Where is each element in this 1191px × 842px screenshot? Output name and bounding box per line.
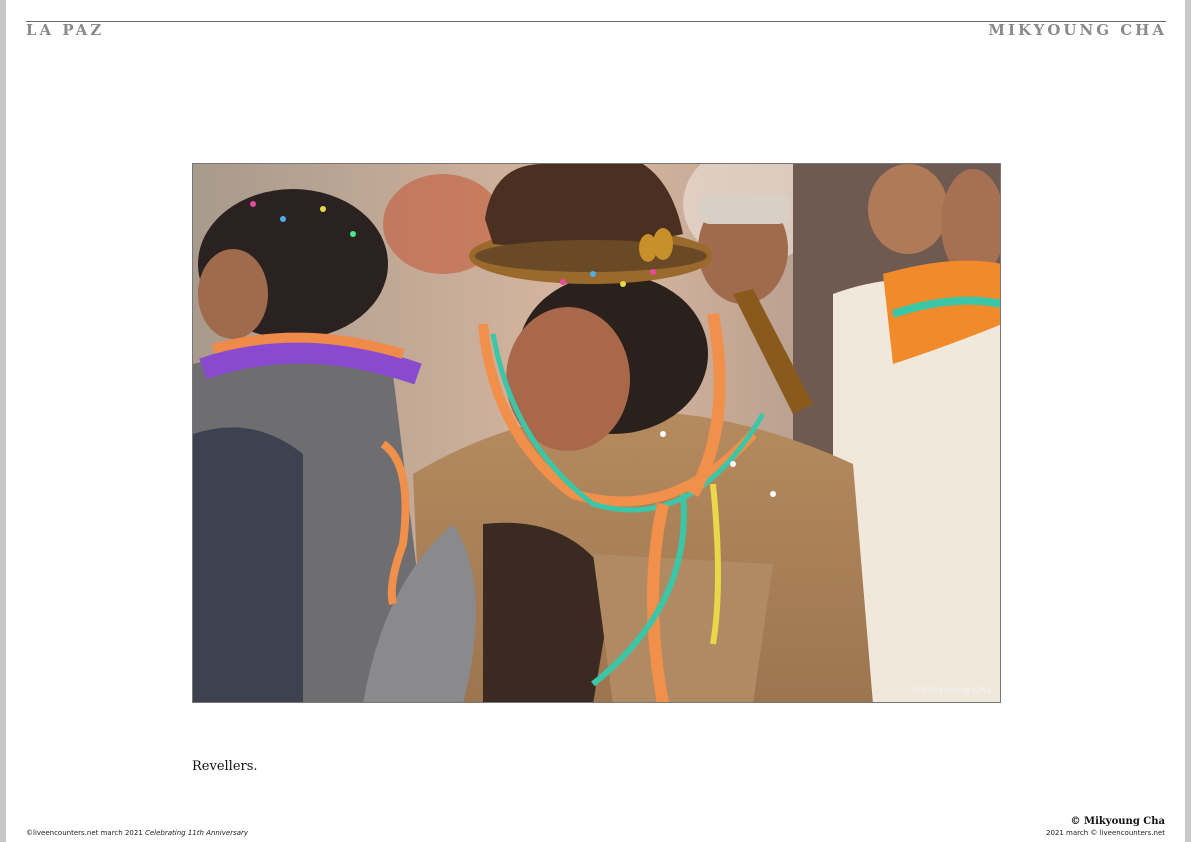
- footer-copyright: © Mikyoung Cha: [1070, 816, 1165, 827]
- photo-caption: Revellers.: [192, 759, 258, 774]
- footer-left: ©liveencounters.net march 2021 Celebrati…: [26, 829, 248, 837]
- photograph: ©Mikyoung Cha: [192, 163, 1001, 703]
- page: LA PAZ MIKYOUNG CHA ©Mikyoung Cha Revell…: [6, 0, 1185, 842]
- section-title: LA PAZ: [26, 21, 105, 39]
- footer-anniversary-text: Celebrating 11th Anniversary: [144, 829, 249, 837]
- author-name: MIKYOUNG CHA: [988, 21, 1167, 39]
- photo-illustration: [193, 164, 1000, 702]
- footer-site-text: ©liveencounters.net march 2021: [26, 829, 145, 837]
- footer-issue-text: 2021 march © liveencounters.net: [1046, 829, 1165, 837]
- photo-credit: ©Mikyoung Cha: [911, 685, 992, 696]
